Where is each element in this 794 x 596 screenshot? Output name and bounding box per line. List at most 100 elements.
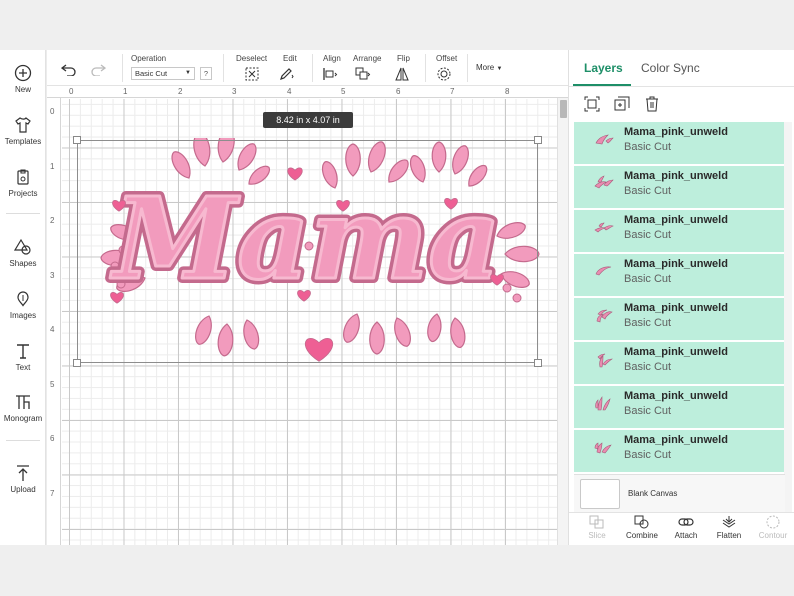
ruler-number: 7 <box>50 489 55 498</box>
resize-handle-bottom-left[interactable] <box>73 359 81 367</box>
deselect-label: Deselect <box>236 54 268 63</box>
layer-operation: Basic Cut <box>624 229 672 241</box>
nav-monogram[interactable]: Monogram <box>0 393 46 423</box>
layer-item[interactable]: Mama_pink_unweld Basic Cut <box>574 342 785 385</box>
ruler-number: 3 <box>50 271 55 280</box>
trash-icon[interactable] <box>644 96 660 112</box>
dimension-badge: 8.42 in x 4.07 in <box>263 112 353 128</box>
layer-operation: Basic Cut <box>624 185 672 197</box>
flatten-button[interactable]: Flatten <box>709 515 749 540</box>
deselect-icon[interactable] <box>244 67 260 81</box>
layer-item[interactable]: Mama_pink_unweld Basic Cut <box>574 386 785 429</box>
design-canvas[interactable]: 0 1 2 3 4 5 6 7 8 0 1 2 3 4 5 6 7 Mama M… <box>47 86 568 545</box>
toolbar-divider <box>122 54 123 82</box>
nav-text[interactable]: Text <box>0 342 46 372</box>
operation-select[interactable]: Basic Cut ▼ <box>131 67 195 80</box>
layer-name: Mama_pink_unweld <box>624 170 728 182</box>
chevron-down-icon: ▼ <box>496 66 503 72</box>
undo-icon[interactable] <box>61 62 77 76</box>
nav-divider <box>6 213 40 214</box>
contour-icon <box>766 515 780 529</box>
redo-icon[interactable] <box>90 62 106 76</box>
blank-canvas-swatch[interactable] <box>580 479 620 509</box>
layer-item[interactable]: Mama_pink_unweld Basic Cut <box>574 254 785 297</box>
nav-text-label: Text <box>15 363 31 372</box>
layer-item[interactable]: Mama_pink_unweld Basic Cut <box>574 166 785 209</box>
ruler-number: 8 <box>505 87 510 96</box>
layers-scrollbar[interactable] <box>784 122 792 522</box>
toolbar-divider <box>312 54 313 82</box>
layer-item[interactable]: Mama_pink_unweld Basic Cut <box>574 122 785 165</box>
layer-operation: Basic Cut <box>624 273 672 285</box>
combine-button[interactable]: Combine <box>622 515 662 540</box>
slice-icon <box>589 515 604 529</box>
edit-pencil-icon[interactable] <box>279 67 295 81</box>
ruler-number: 4 <box>287 87 292 96</box>
layer-name: Mama_pink_unweld <box>624 214 728 226</box>
layer-thumbnail-icon <box>594 222 614 233</box>
offset-label: Offset <box>436 54 458 63</box>
nav-templates[interactable]: Templates <box>0 116 46 146</box>
toolbar-divider <box>223 54 224 82</box>
toolbar-divider <box>467 54 468 82</box>
attach-button[interactable]: Attach <box>666 515 706 540</box>
monogram-icon <box>16 395 30 409</box>
attach-label: Attach <box>674 531 698 540</box>
layer-name: Mama_pink_unweld <box>624 302 728 314</box>
layer-operation: Basic Cut <box>624 449 672 461</box>
arrange-icon[interactable] <box>355 67 371 81</box>
layer-operation: Basic Cut <box>624 317 672 329</box>
layer-actions-bar: Slice Combine Attach Flatten Contour <box>569 512 794 545</box>
chevron-down-icon: ▼ <box>185 70 191 76</box>
blank-canvas-row[interactable]: Blank Canvas <box>574 474 785 512</box>
nav-divider <box>6 440 40 441</box>
layer-thumbnail-icon <box>595 396 611 411</box>
nav-images[interactable]: Images <box>0 290 46 320</box>
ruler-number: 0 <box>50 107 55 116</box>
layer-name: Mama_pink_unweld <box>624 390 728 402</box>
nav-upload[interactable]: Upload <box>0 464 46 494</box>
resize-handle-top-left[interactable] <box>73 136 81 144</box>
flatten-icon <box>722 516 736 528</box>
tab-color-sync[interactable]: Color Sync <box>641 61 700 75</box>
ruler-number: 6 <box>396 87 401 96</box>
layer-name: Mama_pink_unweld <box>624 126 728 138</box>
nav-projects[interactable]: Projects <box>0 168 46 198</box>
ruler-number: 2 <box>178 87 183 96</box>
offset-icon[interactable] <box>437 67 453 81</box>
layer-operation: Basic Cut <box>624 405 672 417</box>
arrange-label: Arrange <box>353 54 382 63</box>
canvas-scrollbar[interactable] <box>557 98 568 545</box>
layer-item[interactable]: Mama_pink_unweld Basic Cut <box>574 430 785 473</box>
layer-item[interactable]: Mama_pink_unweld Basic Cut <box>574 210 785 253</box>
shapes-icon <box>14 238 31 255</box>
resize-handle-top-right[interactable] <box>534 136 542 144</box>
duplicate-icon[interactable] <box>614 96 630 112</box>
nav-shapes[interactable]: Shapes <box>0 238 46 268</box>
operation-help-button[interactable]: ? <box>200 67 212 80</box>
flip-icon[interactable] <box>394 67 410 81</box>
nav-new[interactable]: New <box>0 64 46 94</box>
layer-list[interactable]: Mama_pink_unweld Basic Cut Mama_pink_unw… <box>574 122 785 522</box>
align-icon[interactable] <box>322 67 338 81</box>
nav-templates-label: Templates <box>4 137 42 146</box>
slice-button[interactable]: Slice <box>577 515 617 540</box>
nav-upload-label: Upload <box>10 485 36 494</box>
layer-item[interactable]: Mama_pink_unweld Basic Cut <box>574 298 785 341</box>
more-button[interactable]: More ▼ <box>476 63 502 72</box>
nav-new-label: New <box>14 85 31 94</box>
background-top <box>0 0 794 50</box>
ruler-number: 5 <box>50 380 55 389</box>
group-icon[interactable] <box>584 96 600 112</box>
flatten-label: Flatten <box>716 531 742 540</box>
resize-handle-bottom-right[interactable] <box>534 359 542 367</box>
nav-monogram-label: Monogram <box>3 414 43 423</box>
scrollbar-thumb[interactable] <box>560 100 567 118</box>
operation-label: Operation <box>131 54 167 63</box>
layer-thumbnail-icon <box>594 442 612 454</box>
ruler-vertical: 0 1 2 3 4 5 6 7 <box>47 98 61 545</box>
tab-layers[interactable]: Layers <box>584 61 623 75</box>
plus-circle-icon <box>14 64 32 82</box>
selection-box[interactable] <box>77 140 538 363</box>
contour-button[interactable]: Contour <box>753 515 793 540</box>
